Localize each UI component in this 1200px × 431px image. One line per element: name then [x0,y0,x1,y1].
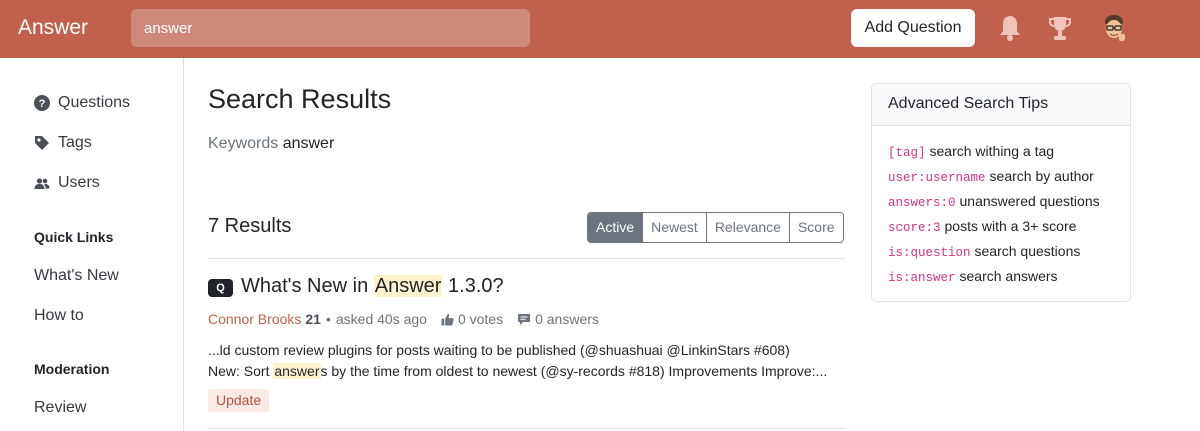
keywords-value: answer [282,135,335,152]
author-link[interactable]: Connor Brooks [208,311,301,327]
tip-item: score:3 posts with a 3+ score [888,216,1114,241]
question-badge: Q [208,279,233,297]
brand-logo[interactable]: Answer [18,14,88,42]
sort-tabs: Active Newest Relevance Score [587,212,844,243]
sidebar-item-label: Users [58,174,100,191]
tip-code: is:answer [888,271,956,285]
result-meta: Connor Brooks 21 • asked 40s ago 0 votes… [208,311,599,327]
tip-text: unanswered questions [959,193,1100,209]
tip-code: is:question [888,246,971,260]
tip-item: [tag] search withing a tag [888,141,1114,166]
tip-text: search questions [974,243,1081,259]
sidebar-item-tags[interactable]: Tags [34,131,92,155]
excerpt-line: ...ld custom review plugins for posts wa… [208,342,790,358]
sort-tab-relevance[interactable]: Relevance [705,213,789,242]
tip-text: search withing a tag [929,143,1055,159]
trophy-icon[interactable] [1047,14,1073,42]
svg-text:?: ? [39,98,46,110]
answer-bubble-icon [517,313,531,326]
author-reputation: 21 [305,311,321,327]
tip-code: answers:0 [888,196,956,210]
search-input[interactable] [131,9,530,47]
tip-item: is:answer search answers [888,266,1114,291]
result-title-text: What's New in [241,275,374,297]
vote-count: 0 votes [457,311,504,327]
sidebar-link-review[interactable]: Review [34,399,86,417]
excerpt-highlight: answer [273,363,321,379]
result-title-link[interactable]: What's New in Answer 1.3.0? [241,275,504,298]
result-title-text: 1.3.0? [442,275,504,297]
sidebar-item-questions[interactable]: ? Questions [34,91,130,115]
results-divider [208,258,846,259]
tip-item: user:username search by author [888,166,1114,191]
meta-separator: • [325,311,331,327]
question-circle-icon: ? [34,95,50,111]
asked-time: asked 40s ago [335,311,427,327]
sidebar-link-whats-new[interactable]: What's New [34,267,119,285]
search-tips-card: Advanced Search Tips [tag] search withing… [871,83,1131,302]
quick-links-heading: Quick Links [34,229,114,245]
add-question-button[interactable]: Add Question [851,9,975,47]
result-excerpt: ...ld custom review plugins for posts wa… [208,340,848,382]
tip-code: [tag] [888,146,926,160]
results-count: 7 Results [208,215,292,237]
sidebar-link-how-to[interactable]: How to [34,307,84,325]
page-title: Search Results [208,84,392,114]
sidebar-item-label: Tags [58,134,92,151]
answer-count: 0 answers [535,311,599,327]
sidebar-item-users[interactable]: Users [34,171,100,195]
top-navbar: Answer Add Question [0,0,1200,58]
sort-tab-score[interactable]: Score [788,213,843,242]
excerpt-text: New: Sort [208,363,274,379]
search-tips-list: [tag] search withing a tag user:username s… [872,126,1130,291]
sort-tab-active[interactable]: Active [588,213,643,242]
excerpt-line: New: Sort answers by the time from oldes… [208,361,848,382]
moderation-heading: Moderation [34,361,110,377]
sort-tab-newest[interactable]: Newest [642,213,706,242]
thumbs-up-icon [441,313,454,326]
user-avatar[interactable] [1098,12,1130,44]
tip-item: answers:0 unanswered questions [888,191,1114,216]
title-highlight: Answer [373,275,443,297]
tip-text: search by author [989,168,1094,184]
tip-item: is:question search questions [888,241,1114,266]
left-sidebar: ? Questions Tags Users Quick Links What'… [0,58,184,431]
result-divider [208,428,846,429]
tag-update[interactable]: Update [208,389,270,412]
tip-text: search answers [959,268,1058,284]
excerpt-text: s by the time from oldest to newest (@sy… [320,363,828,379]
keywords-label: Keywords [208,135,279,152]
tip-code: score:3 [888,221,941,235]
tip-code: user:username [888,171,986,185]
tip-text: posts with a 3+ score [944,218,1077,234]
users-icon [34,175,50,191]
tag-icon [34,135,50,151]
bell-icon[interactable] [997,14,1023,42]
keywords-line: Keywords answer [208,135,334,153]
search-tips-heading: Advanced Search Tips [872,84,1130,126]
sidebar-item-label: Questions [58,94,131,111]
